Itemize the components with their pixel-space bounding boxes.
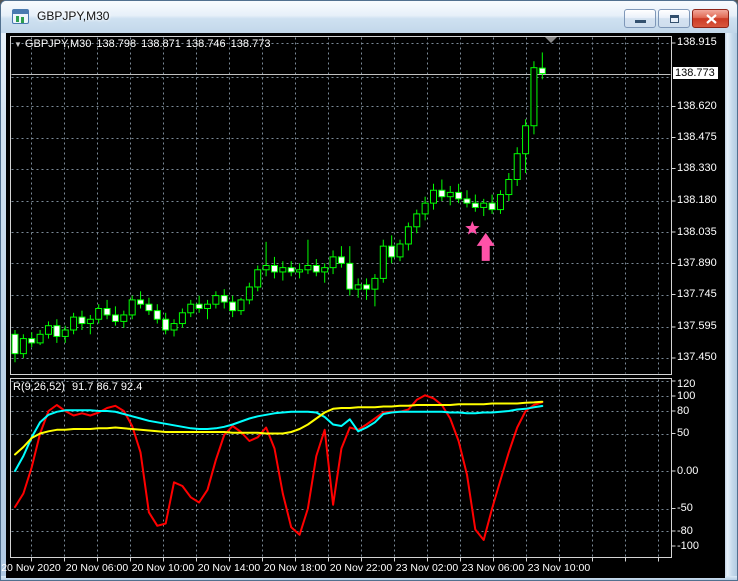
time-tick-label: 20 Nov 22:00	[323, 562, 399, 574]
mt4-chart-window: GBPJPY,M30 ▼GBPJPY,M30 138.798 138.871 138.…	[0, 0, 738, 581]
price-tick-label: 138.915	[677, 36, 717, 48]
chart-canvas[interactable]	[1, 1, 738, 581]
price-tick-label: 138.180	[677, 194, 717, 206]
ohlc-high: 138.871	[141, 38, 181, 50]
ohlc-symbol: GBPJPY,M30	[25, 38, 91, 50]
price-tick-label: 138.330	[677, 162, 717, 174]
ohlc-close: 138.773	[231, 38, 271, 50]
indicator-values: 91.7 86.7 92.4	[72, 381, 142, 393]
price-tick-label: 137.450	[677, 351, 717, 363]
collapse-arrow-icon[interactable]: ▼	[14, 40, 22, 49]
time-tick-label: 23 Nov 10:00	[521, 562, 597, 574]
price-tick-label: 138.620	[677, 100, 717, 112]
price-tick-label: 138.035	[677, 226, 717, 238]
time-tick-label: 23 Nov 06:00	[455, 562, 531, 574]
indicator-tick-label: -100	[677, 540, 699, 552]
current-price-label: 138.773	[673, 67, 718, 79]
indicator-tick-label: 100	[677, 390, 695, 402]
indicator-tick-label: 80	[677, 405, 689, 417]
price-tick-label: 137.745	[677, 288, 717, 300]
chart-shift-triangle-icon	[545, 37, 557, 43]
price-tick-label: 137.595	[677, 320, 717, 332]
chart-ohlc-header: ▼GBPJPY,M30 138.798 138.871 138.746 138.773	[14, 38, 275, 50]
ohlc-open: 138.798	[96, 38, 136, 50]
price-tick-label: 138.475	[677, 131, 717, 143]
indicator-tick-label: 120	[677, 378, 695, 390]
indicator-label: R(9,26,52) 91.7 86.7 92.4	[13, 381, 149, 393]
time-tick-label: 20 Nov 10:00	[125, 562, 201, 574]
indicator-tick-label: -50	[677, 502, 693, 514]
indicator-tick-label: -80	[677, 525, 693, 537]
time-tick-label: 20 Nov 14:00	[191, 562, 267, 574]
indicator-tick-label: 50	[677, 427, 689, 439]
price-tick-label: 137.890	[677, 257, 717, 269]
time-tick-label: 20 Nov 06:00	[59, 562, 135, 574]
indicator-line-r-fast	[15, 395, 542, 540]
ohlc-low: 138.746	[186, 38, 226, 50]
indicator-name: R(9,26,52)	[13, 381, 65, 393]
time-tick-label: 20 Nov 18:00	[257, 562, 333, 574]
time-tick-label: 23 Nov 02:00	[389, 562, 465, 574]
screen: GBPJPY,M30 ▼GBPJPY,M30 138.798 138.871 138.…	[0, 0, 738, 581]
indicator-tick-label: 0.00	[677, 465, 698, 477]
